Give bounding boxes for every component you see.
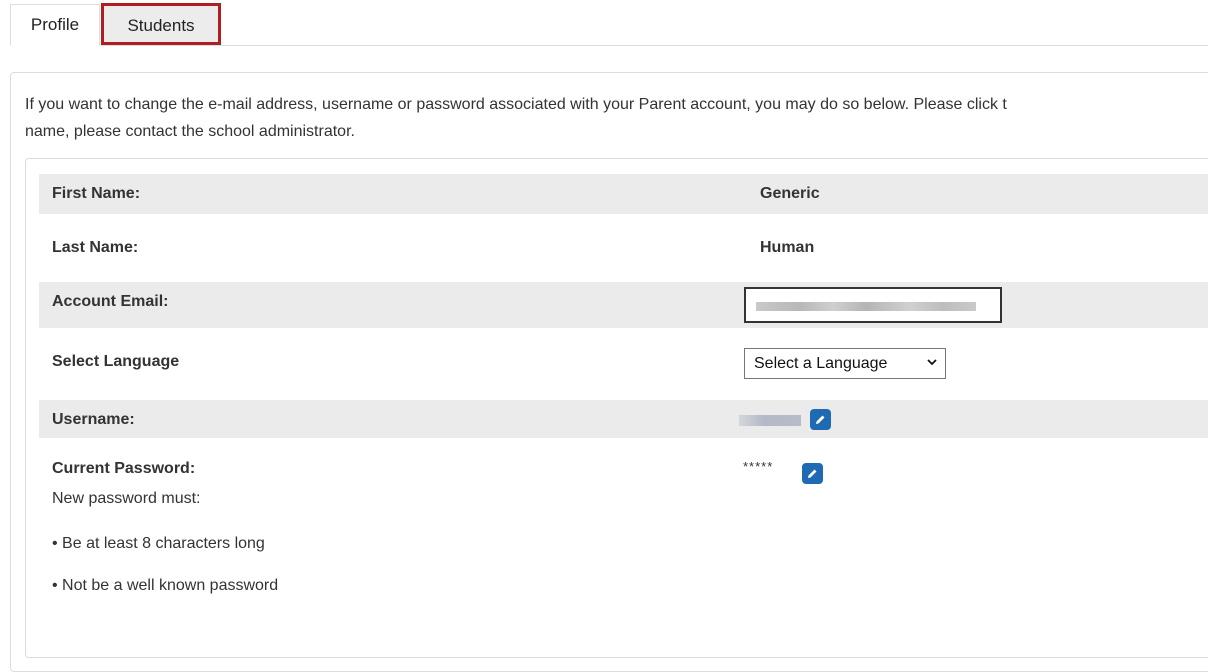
first-name-label: First Name: bbox=[52, 185, 141, 202]
chevron-down-icon bbox=[926, 349, 938, 378]
first-name-row: First Name: Generic bbox=[39, 174, 1208, 214]
first-name-value: Generic bbox=[760, 185, 820, 202]
intro-line-2: name, please contact the school administ… bbox=[25, 123, 355, 140]
edit-username-icon[interactable] bbox=[810, 409, 831, 430]
intro-line-1: If you want to change the e-mail address… bbox=[25, 96, 1007, 113]
current-password-value: ***** bbox=[743, 459, 774, 474]
last-name-label: Last Name: bbox=[52, 239, 139, 256]
language-row: Select Language Select a Language bbox=[39, 342, 1208, 384]
password-requirement-1: • Be at least 8 characters long bbox=[52, 535, 265, 552]
edit-password-icon[interactable] bbox=[802, 463, 823, 484]
redacted-email bbox=[756, 302, 976, 311]
redacted-username bbox=[739, 415, 801, 426]
username-label: Username: bbox=[52, 411, 135, 428]
password-requirement-2: • Not be a well known password bbox=[52, 577, 279, 594]
tab-students[interactable]: Students bbox=[101, 3, 221, 45]
account-email-label: Account Email: bbox=[52, 293, 169, 310]
current-password-label: Current Password: bbox=[52, 460, 196, 477]
last-name-value: Human bbox=[760, 239, 815, 256]
username-row: Username: bbox=[39, 400, 1208, 438]
language-select[interactable]: Select a Language bbox=[744, 348, 946, 379]
account-email-row: Account Email: bbox=[39, 282, 1208, 328]
tab-profile[interactable]: Profile bbox=[10, 4, 100, 46]
last-name-row: Last Name: Human bbox=[39, 228, 1208, 268]
language-label: Select Language bbox=[52, 353, 180, 370]
password-requirements-heading: New password must: bbox=[52, 490, 201, 507]
language-selected-value: Select a Language bbox=[754, 355, 888, 372]
intro-text: If you want to change the e-mail address… bbox=[25, 91, 1205, 145]
account-email-input[interactable] bbox=[744, 287, 1002, 323]
tab-bar: Profile Students bbox=[10, 0, 1208, 46]
